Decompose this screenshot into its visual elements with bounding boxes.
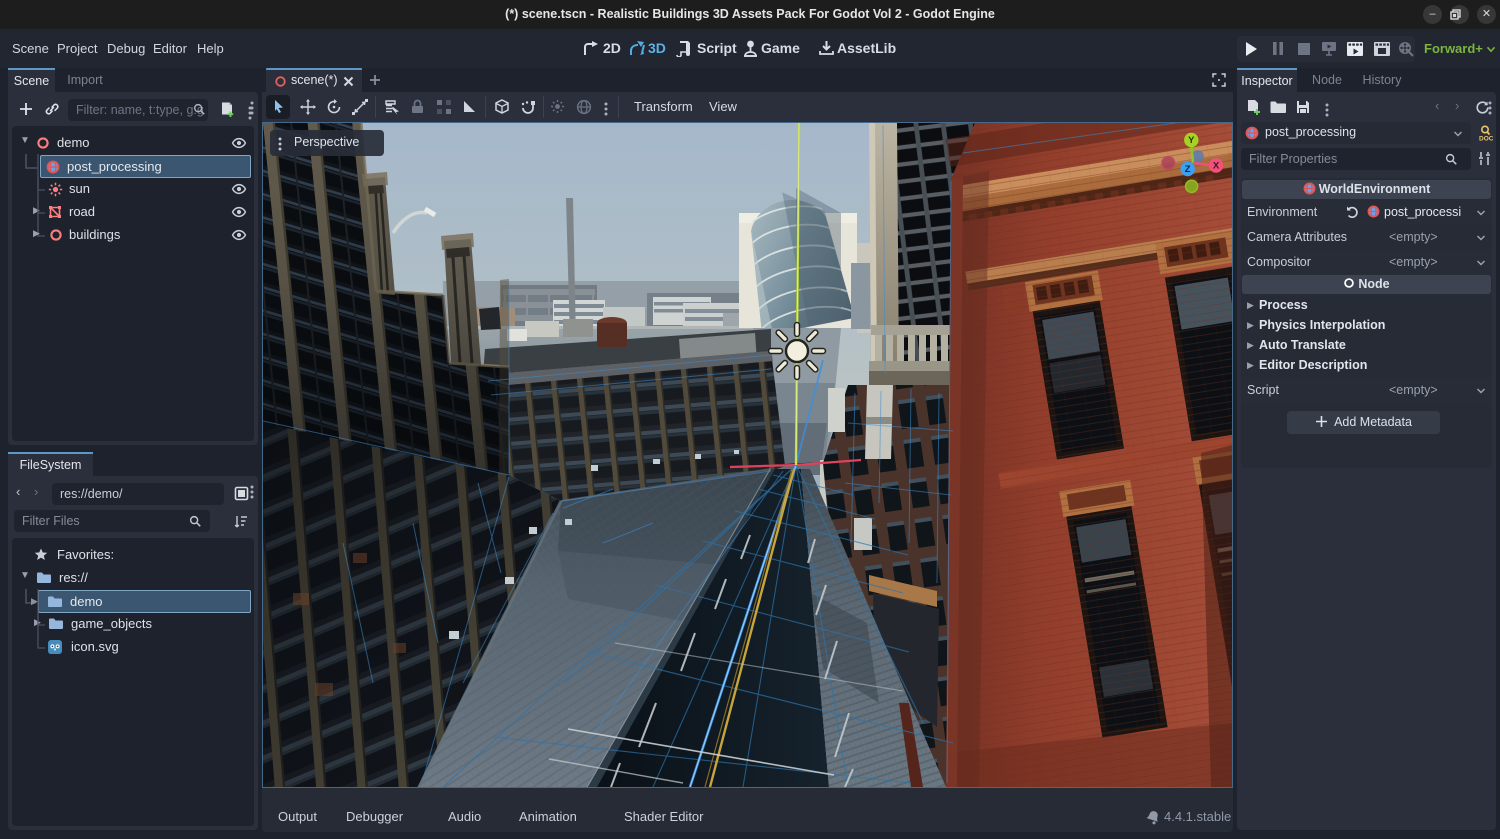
svg-text:X: X [1213, 161, 1220, 172]
svg-text:Y: Y [1188, 135, 1195, 146]
svg-text:Z: Z [1185, 164, 1191, 175]
svg-text:DOC: DOC [1479, 136, 1493, 143]
